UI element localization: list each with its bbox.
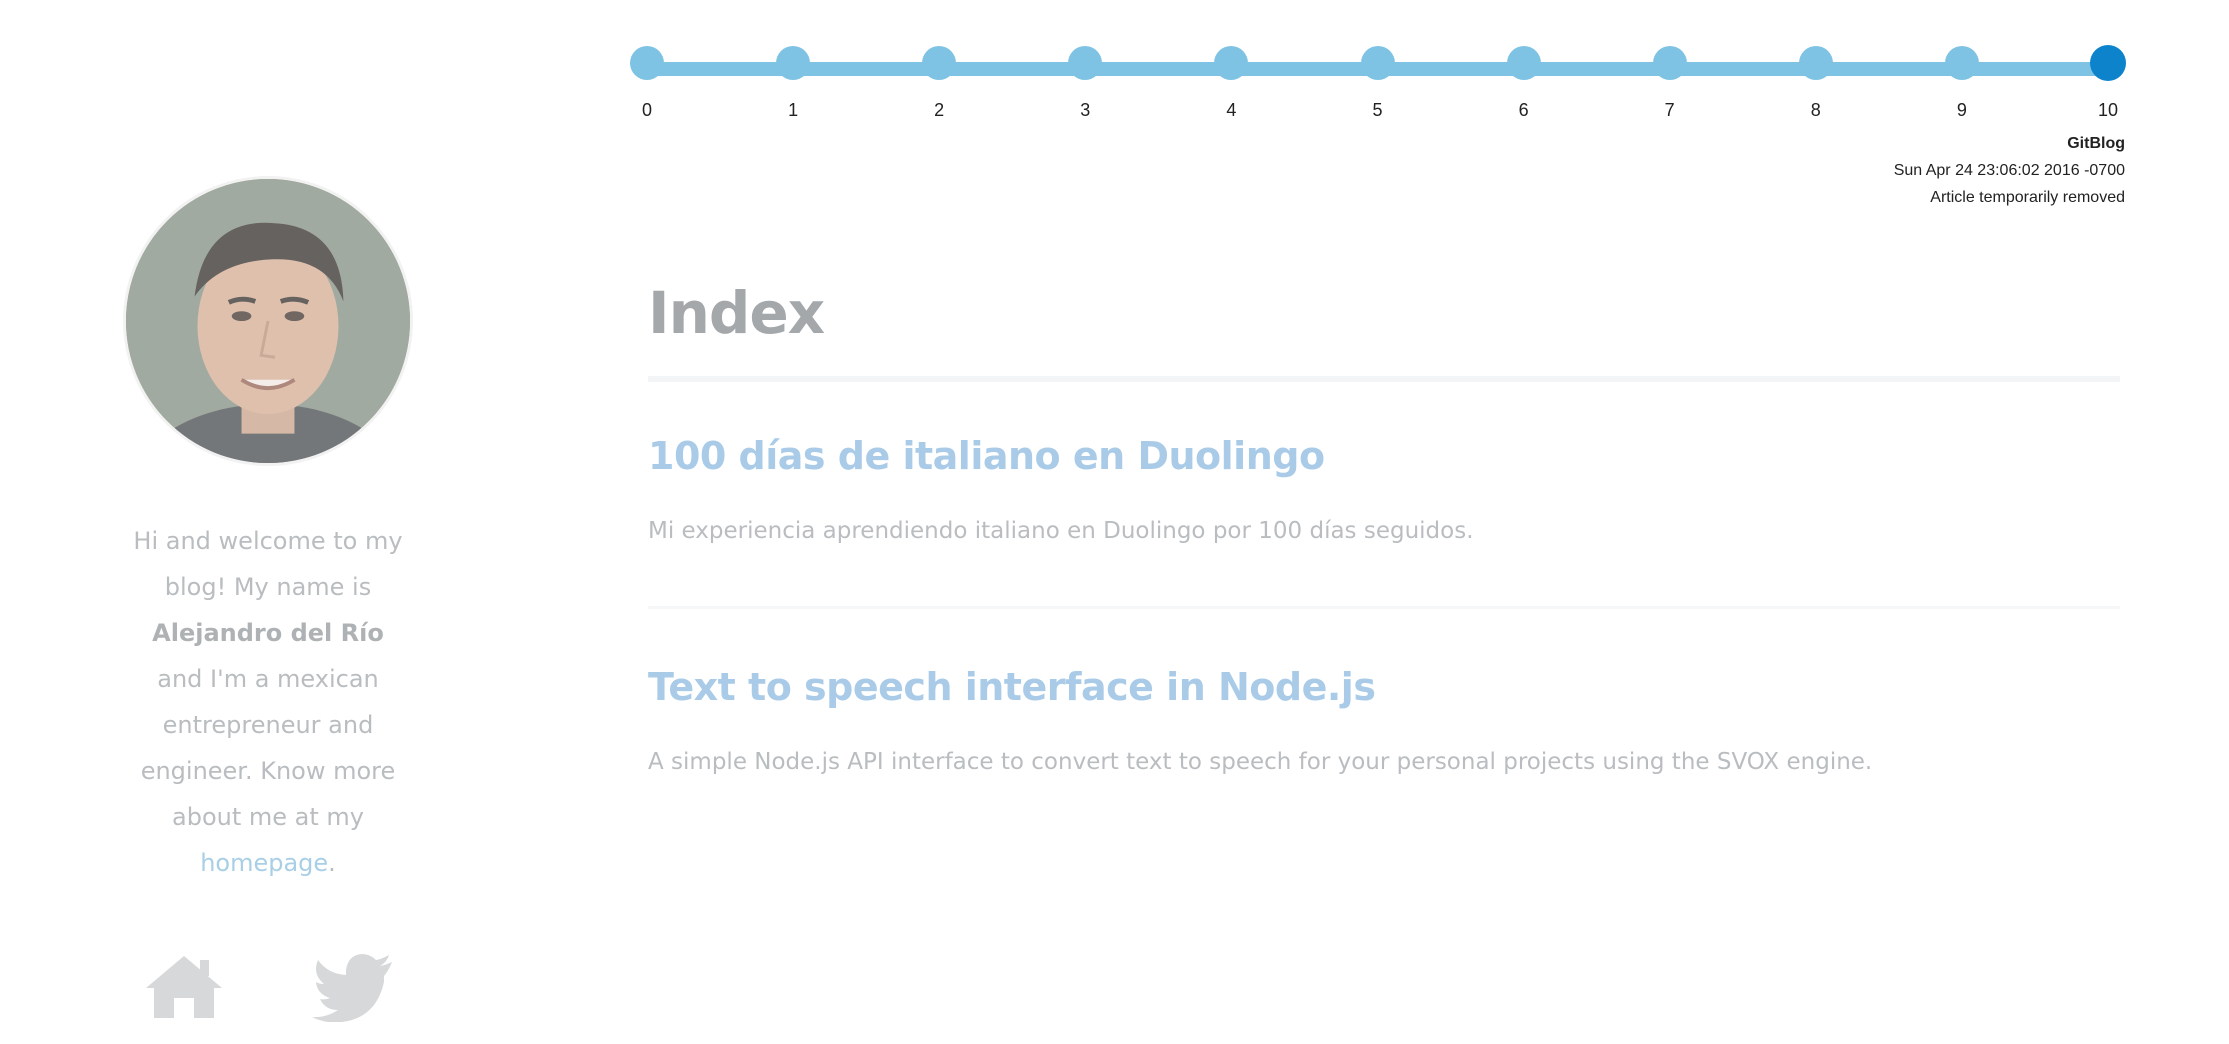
author-name: Alejandro del Río xyxy=(152,619,384,647)
timeline-node-8[interactable] xyxy=(1798,46,1833,80)
timeline-node-1[interactable] xyxy=(776,46,811,80)
commit-message: Article temporarily removed xyxy=(1930,189,2125,206)
post-item: 100 días de italiano en Duolingo Mi expe… xyxy=(648,430,2120,609)
avatar xyxy=(123,176,413,466)
social-links xyxy=(120,952,416,1022)
page-title: Index xyxy=(648,279,825,347)
twitter-icon[interactable] xyxy=(312,952,396,1022)
timeline-node-10[interactable] xyxy=(2090,45,2126,81)
post-title-link[interactable]: Text to speech interface in Node.js xyxy=(648,661,2120,713)
page: Hi and welcome to my blog! My name is Al… xyxy=(0,0,2229,1044)
post-excerpt: Mi experiencia aprendiendo italiano en D… xyxy=(648,518,1474,544)
timeline-node-2[interactable] xyxy=(922,46,957,80)
post-divider xyxy=(648,606,2120,609)
bio-text: Hi and welcome to my blog! My name is Al… xyxy=(120,518,416,886)
avatar-portrait xyxy=(126,179,410,463)
commit-date: Sun Apr 24 23:06:02 2016 -0700 xyxy=(1893,162,2125,179)
sidebar: Hi and welcome to my blog! My name is Al… xyxy=(120,170,416,1022)
home-icon[interactable] xyxy=(142,952,226,1022)
title-divider xyxy=(648,376,2120,382)
timeline-tick-label: 7 xyxy=(1664,100,1675,120)
timeline-tick-label: 5 xyxy=(1372,100,1383,120)
timeline-tick-label: 8 xyxy=(1810,100,1821,120)
version-timeline: 0 1 2 3 4 5 6 7 8 9 10 GitBlog Sun Apr 24 23:06:02… xyxy=(630,45,2126,216)
timeline-tick-label: 2 xyxy=(934,100,945,120)
homepage-link[interactable]: homepage xyxy=(200,849,328,877)
bio-intro: Hi and welcome to my blog! My name is xyxy=(133,527,403,601)
timeline-tick-label: 9 xyxy=(1956,100,1967,120)
timeline-tick-label: 6 xyxy=(1518,100,1529,120)
timeline-tick-label: 3 xyxy=(1080,100,1091,120)
timeline-tick-label: 4 xyxy=(1226,100,1237,120)
post-item: Text to speech interface in Node.js A si… xyxy=(648,661,2120,779)
commit-repo: GitBlog xyxy=(2067,135,2125,152)
timeline-node-0[interactable] xyxy=(630,46,664,80)
main-content: Index 100 días de italiano en Duolingo M… xyxy=(648,270,2120,779)
timeline-node-7[interactable] xyxy=(1652,46,1687,80)
timeline-tick-label: 1 xyxy=(788,100,799,120)
timeline-tick-label: 10 xyxy=(2097,100,2119,120)
commit-info: GitBlog Sun Apr 24 23:06:02 2016 -0700 A… xyxy=(1894,130,2125,211)
timeline-node-6[interactable] xyxy=(1506,46,1541,80)
bio-end: . xyxy=(328,849,336,877)
timeline-tick-label: 0 xyxy=(641,100,652,120)
timeline-node-9[interactable] xyxy=(1944,46,1979,80)
bio-after-name: and I'm a mexican entrepreneur and engin… xyxy=(140,665,396,831)
timeline-node-5[interactable] xyxy=(1360,46,1395,80)
post-excerpt: A simple Node.js API interface to conver… xyxy=(648,749,1873,775)
post-title-link[interactable]: 100 días de italiano en Duolingo xyxy=(648,430,2120,482)
